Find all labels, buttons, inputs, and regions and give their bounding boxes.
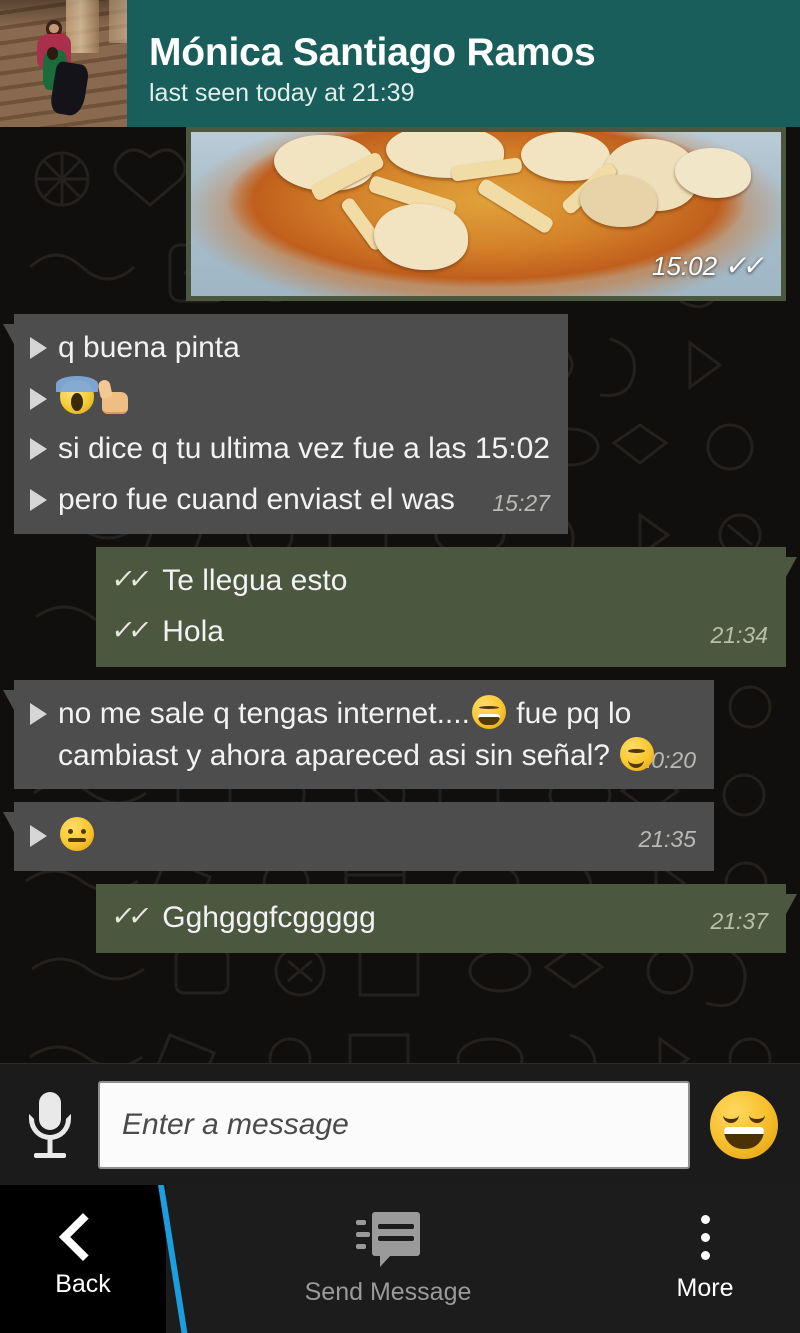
contact-name: Mónica Santiago Ramos — [149, 30, 596, 74]
chevron-left-icon — [58, 1212, 108, 1261]
message-row-outgoing-1[interactable]: ✓✓ Te llegua esto ✓✓ Hola 21:34 — [0, 547, 800, 667]
avatar-image — [0, 0, 127, 127]
play-triangle-icon — [30, 387, 47, 410]
message-row-incoming-1[interactable]: q buena pinta si dice q tu ultima vez fu… — [0, 314, 800, 535]
whatsapp-chat-screen: Mónica Santiago Ramos last seen today at… — [0, 0, 800, 1333]
message-text: no me sale q tengas internet.... fue pq … — [58, 693, 696, 778]
message-line: pero fue cuand enviast el was 15:27 — [30, 479, 550, 522]
message-line: ✓✓ Gghgggfcggggg 21:37 — [109, 897, 768, 940]
message-row-outgoing-2[interactable]: ✓✓ Gghgggfcggggg 21:37 — [0, 884, 800, 953]
read-ticks-icon: ✓✓ — [109, 901, 148, 931]
play-triangle-icon — [30, 337, 47, 359]
message-text: Te llegua esto — [162, 564, 348, 598]
message-line: si dice q tu ultima vez fue a las 15:02 — [30, 428, 550, 471]
emoji-picker-button[interactable] — [710, 1090, 778, 1159]
message-text: Gghgggfcggggg — [162, 901, 376, 934]
incoming-bubble-2[interactable]: no me sale q tengas internet.... fue pq … — [3, 679, 714, 790]
message-row-incoming-3[interactable]: 21:35 — [0, 802, 800, 871]
outgoing-bubble-2[interactable]: ✓✓ Gghgggfcggggg 21:37 — [96, 884, 797, 953]
message-line — [30, 375, 550, 421]
message-input-field[interactable]: Enter a message — [98, 1080, 690, 1169]
send-message-button[interactable]: Send Message — [166, 1185, 610, 1333]
play-triangle-icon — [30, 825, 47, 848]
chat-header[interactable]: Mónica Santiago Ramos last seen today at… — [0, 0, 800, 127]
bottom-navigation-bar[interactable]: Back Send Message More — [0, 1185, 800, 1333]
message-line: q buena pinta — [30, 327, 550, 370]
read-ticks-icon: ✓✓ — [109, 614, 148, 645]
message-emoji — [56, 375, 550, 421]
outgoing-image-bubble[interactable]: 15:02 ✓✓ — [186, 127, 786, 301]
message-text-part-1: no me sale q tengas internet.... — [58, 696, 470, 730]
back-button[interactable]: Back — [0, 1185, 166, 1333]
message-line: ✓✓ Te llegua esto — [109, 560, 768, 603]
face-screaming-emoji — [56, 375, 98, 414]
smirking-face-emoji — [620, 737, 655, 772]
avatar[interactable] — [0, 0, 127, 127]
message-timestamp: 21:34 — [710, 621, 768, 648]
photo-pasta[interactable]: 15:02 ✓✓ — [191, 132, 781, 296]
message-line: no me sale q tengas internet.... fue pq … — [30, 693, 696, 778]
grinning-face-emoji — [471, 694, 506, 729]
send-message-label: Send Message — [304, 1277, 472, 1306]
message-input-placeholder: Enter a message — [122, 1107, 349, 1141]
message-emoji — [58, 815, 601, 858]
message-line: ✓✓ Hola 21:34 — [109, 611, 768, 654]
message-timestamp: 15:27 — [492, 489, 550, 516]
incoming-bubble-1[interactable]: q buena pinta si dice q tu ultima vez fu… — [3, 314, 568, 535]
image-timestamp: 15:02 — [652, 251, 718, 282]
message-line: 21:35 — [30, 815, 696, 858]
play-triangle-icon — [30, 702, 47, 725]
message-timestamp: 21:35 — [638, 826, 696, 853]
message-timestamp: 21:37 — [710, 907, 768, 934]
message-list[interactable]: 15:02 ✓✓ q buena pinta si dice q tu ulti… — [0, 127, 800, 1063]
message-row-image[interactable]: 15:02 ✓✓ — [0, 127, 800, 301]
outgoing-bubble-1[interactable]: ✓✓ Te llegua esto ✓✓ Hola 21:34 — [96, 547, 797, 667]
microphone-icon[interactable] — [22, 1088, 78, 1162]
chat-area[interactable]: 15:02 ✓✓ q buena pinta si dice q tu ulti… — [0, 127, 800, 1063]
message-text: pero fue cuand enviast el was — [58, 482, 455, 516]
vertical-dots-icon — [700, 1215, 710, 1260]
back-label: Back — [55, 1269, 111, 1298]
header-text-block: Mónica Santiago Ramos last seen today at… — [127, 0, 800, 127]
message-row-incoming-2[interactable]: no me sale q tengas internet.... fue pq … — [0, 679, 800, 790]
avatar-bg-pillar-2 — [109, 0, 127, 44]
incoming-bubble-3[interactable]: 21:35 — [3, 802, 714, 871]
play-triangle-icon — [30, 438, 47, 461]
message-text: q buena pinta — [58, 331, 240, 364]
message-bubble-icon — [356, 1211, 420, 1267]
read-ticks-icon: ✓✓ — [109, 564, 148, 595]
neutral-face-emoji — [60, 817, 94, 852]
more-button[interactable]: More — [610, 1185, 800, 1333]
thumbs-up-emoji — [97, 378, 130, 414]
image-meta: 15:02 ✓✓ — [652, 246, 767, 287]
message-text: Hola — [162, 614, 224, 648]
play-triangle-icon — [30, 488, 47, 511]
avatar-person — [30, 20, 90, 117]
image-read-ticks: ✓✓ — [723, 250, 764, 282]
contact-status: last seen today at 21:39 — [149, 79, 415, 108]
message-input-bar[interactable]: Enter a message — [0, 1063, 800, 1185]
message-text: si dice q tu ultima vez fue a las 15:02 — [58, 432, 550, 466]
more-label: More — [676, 1274, 734, 1302]
